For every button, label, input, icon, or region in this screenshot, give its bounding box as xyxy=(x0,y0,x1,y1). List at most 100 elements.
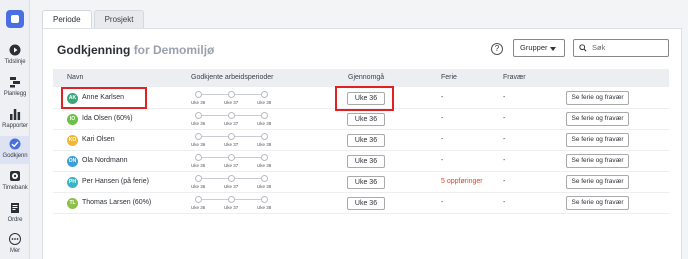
week-label: Uke 38 xyxy=(257,163,272,168)
week-dot xyxy=(228,154,235,161)
view-vacation-absence-button[interactable]: Se ferie og fravær xyxy=(566,112,629,126)
bar-chart-icon xyxy=(10,109,21,120)
week-dot xyxy=(261,133,268,140)
table-row: ON Ola Nordmann Uke 36 Uke 37 Uke 38 Uke 36 - -… xyxy=(53,151,669,172)
vacation-value: 5 oppføringer xyxy=(441,178,483,185)
table-row: IO Ida Olsen (60%) Uke 36 Uke 37 Uke 38 Uke 3… xyxy=(53,109,669,130)
week-dot xyxy=(228,196,235,203)
page-title-main: Godkjenning xyxy=(57,43,131,57)
document-icon xyxy=(11,203,19,213)
week-label: Uke 36 xyxy=(191,100,206,105)
week-dot xyxy=(195,133,202,140)
group-select[interactable]: Grupper xyxy=(513,39,565,57)
search-input[interactable]: Søk xyxy=(573,39,669,57)
more-dots-icon xyxy=(9,233,21,245)
week-label: Uke 36 xyxy=(191,205,206,210)
sidebar: Tidslinje Planlegg Rapporter Godkjenn Ti… xyxy=(0,0,30,259)
week-label: Uke 36 xyxy=(191,142,206,147)
week-dot xyxy=(228,91,235,98)
table-row: PH Per Hansen (på ferie) Uke 36 Uke 37 Uke 3… xyxy=(53,172,669,193)
employee-name[interactable]: Kari Olsen xyxy=(82,136,115,143)
absence-value: - xyxy=(503,115,506,122)
caret-down-icon xyxy=(550,47,556,51)
week-dot xyxy=(228,175,235,182)
view-vacation-absence-button[interactable]: Se ferie og fravær xyxy=(566,175,629,189)
app-logo[interactable] xyxy=(6,10,24,28)
week-label: Uke 36 xyxy=(191,163,206,168)
avatar: IO xyxy=(67,114,78,125)
employee-name[interactable]: Ida Olsen (60%) xyxy=(82,115,133,122)
week-dot xyxy=(195,196,202,203)
week-label: Uke 38 xyxy=(257,184,272,189)
view-vacation-absence-button[interactable]: Se ferie og fravær xyxy=(566,196,629,210)
week-label: Uke 38 xyxy=(257,121,272,126)
approval-panel: Godkjenning for Demomiljø ? Grupper Søk … xyxy=(42,28,682,259)
sidebar-item-tidslinje[interactable]: Tidslinje xyxy=(0,42,30,74)
search-icon xyxy=(579,44,587,52)
approved-weeks-progress: Uke 36 Uke 37 Uke 38 xyxy=(191,153,271,171)
column-header-review: Gjennomgå xyxy=(348,74,385,81)
sidebar-item-ordre[interactable]: Ordre xyxy=(0,200,30,232)
review-week-button[interactable]: Uke 36 xyxy=(347,197,385,210)
view-vacation-absence-button[interactable]: Se ferie og fravær xyxy=(566,154,629,168)
sidebar-item-label: Mer xyxy=(9,248,21,254)
table-row: TL Thomas Larsen (60%) Uke 36 Uke 37 Uke 38 U… xyxy=(53,193,669,214)
tab-prosjekt[interactable]: Prosjekt xyxy=(93,10,145,28)
approved-weeks-progress: Uke 36 Uke 37 Uke 38 xyxy=(191,195,271,213)
play-circle-icon xyxy=(9,44,21,56)
approved-weeks-progress: Uke 36 Uke 37 Uke 38 xyxy=(191,174,271,192)
table-header: Navn Godkjente arbeidsperioder Gjennomgå… xyxy=(53,69,669,87)
sidebar-item-label: Timebank xyxy=(2,185,28,191)
week-label: Uke 36 xyxy=(191,121,206,126)
week-dot xyxy=(261,154,268,161)
sidebar-item-mer[interactable]: Mer xyxy=(0,231,30,259)
week-label: Uke 37 xyxy=(224,184,239,189)
employee-name[interactable]: Per Hansen (på ferie) xyxy=(82,178,149,185)
review-week-button[interactable]: Uke 36 xyxy=(347,113,385,126)
employee-name[interactable]: Ola Nordmann xyxy=(82,157,128,164)
week-dot xyxy=(228,112,235,119)
avatar: PH xyxy=(67,177,78,188)
sidebar-item-label: Rapporter xyxy=(2,123,28,129)
vacation-value: - xyxy=(441,94,444,101)
week-label: Uke 37 xyxy=(224,163,239,168)
approved-weeks-progress: Uke 36 Uke 37 Uke 38 xyxy=(191,111,271,129)
view-vacation-absence-button[interactable]: Se ferie og fravær xyxy=(566,91,629,105)
tab-bar: Periode Prosjekt xyxy=(42,10,146,28)
absence-value: - xyxy=(503,199,506,206)
timebank-icon xyxy=(10,171,20,181)
tab-periode[interactable]: Periode xyxy=(42,10,92,28)
help-icon[interactable]: ? xyxy=(491,43,503,55)
sidebar-item-label: Planlegg xyxy=(3,91,27,97)
column-header-absence: Fravær xyxy=(503,74,526,81)
column-header-name: Navn xyxy=(67,74,84,81)
avatar: TL xyxy=(67,198,78,209)
employee-name[interactable]: Thomas Larsen (60%) xyxy=(82,199,151,206)
approved-weeks-progress: Uke 36 Uke 37 Uke 38 xyxy=(191,90,271,108)
table-row: KO Kari Olsen Uke 36 Uke 37 Uke 38 Uke 36 - - Se… xyxy=(53,130,669,151)
sidebar-item-godkjenn[interactable]: Godkjenn xyxy=(0,136,30,164)
check-circle-icon xyxy=(9,138,21,150)
plan-bars-icon xyxy=(10,77,20,88)
sidebar-item-label: Godkjenn xyxy=(2,153,28,159)
sidebar-item-timebank[interactable]: Timebank xyxy=(0,168,30,200)
absence-value: - xyxy=(503,94,506,101)
week-dot xyxy=(195,112,202,119)
week-dot xyxy=(195,154,202,161)
week-dot xyxy=(195,91,202,98)
review-week-button[interactable]: Uke 36 xyxy=(347,176,385,189)
approved-weeks-progress: Uke 36 Uke 37 Uke 38 xyxy=(191,132,271,150)
week-label: Uke 36 xyxy=(191,184,206,189)
review-week-button[interactable]: Uke 36 xyxy=(347,155,385,168)
highlight-name xyxy=(61,87,147,109)
week-dot xyxy=(261,175,268,182)
sidebar-item-rapporter[interactable]: Rapporter xyxy=(0,106,30,138)
search-placeholder: Søk xyxy=(592,43,606,52)
page-title: Godkjenning for Demomiljø xyxy=(57,43,214,57)
group-select-label: Grupper xyxy=(520,43,548,52)
review-week-button[interactable]: Uke 36 xyxy=(347,134,385,147)
sidebar-item-planlegg[interactable]: Planlegg xyxy=(0,74,30,106)
view-vacation-absence-button[interactable]: Se ferie og fravær xyxy=(566,133,629,147)
week-label: Uke 37 xyxy=(224,142,239,147)
avatar: KO xyxy=(67,135,78,146)
